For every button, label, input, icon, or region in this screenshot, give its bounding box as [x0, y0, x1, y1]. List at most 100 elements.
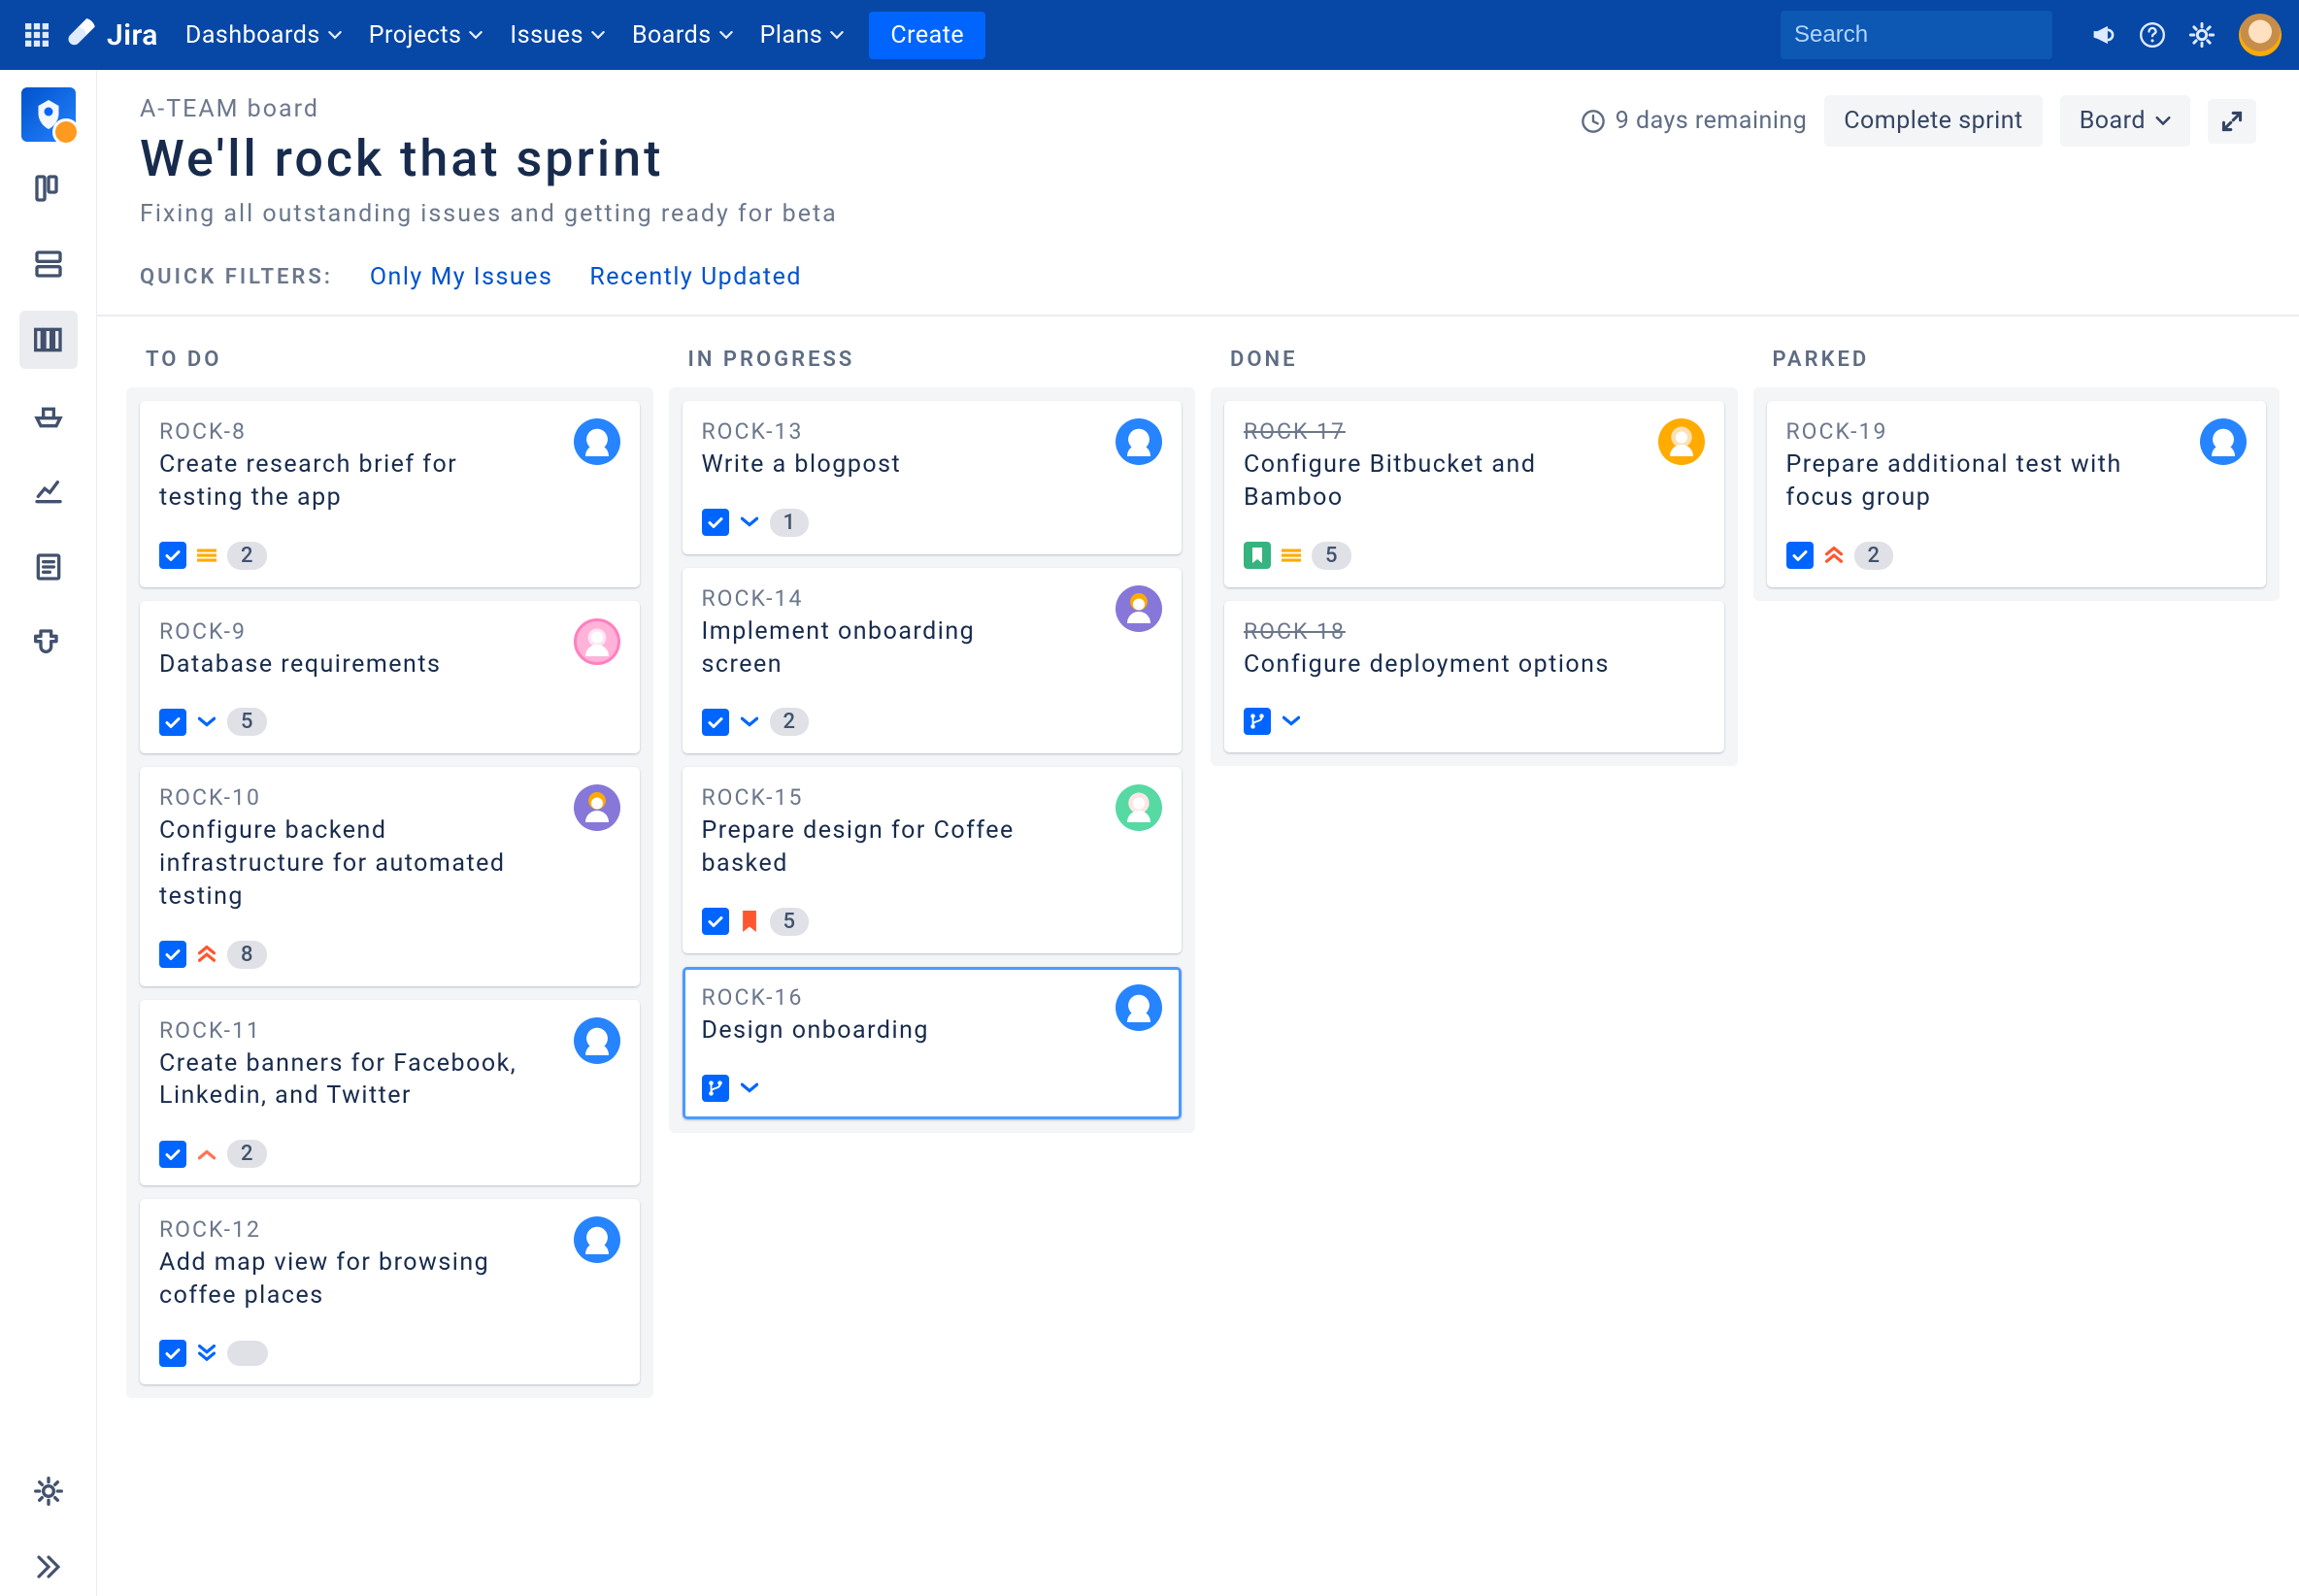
- sidebar-pages[interactable]: [19, 538, 78, 596]
- assignee-avatar[interactable]: [574, 618, 620, 665]
- priority-icon: [196, 944, 217, 965]
- nav-menu-plans[interactable]: Plans: [760, 21, 845, 50]
- subtask-type-icon: [1244, 708, 1271, 735]
- app-switcher-icon[interactable]: [17, 16, 56, 54]
- issue-key[interactable]: ROCK-8: [159, 418, 574, 445]
- column-body[interactable]: ROCK-8 Create research brief for testing…: [126, 387, 653, 1398]
- nav-menu-issues[interactable]: Issues: [510, 21, 605, 50]
- issue-card[interactable]: ROCK-11 Create banners for Facebook, Lin…: [140, 1000, 640, 1186]
- assignee-avatar[interactable]: [1116, 585, 1162, 632]
- issue-card[interactable]: ROCK-15 Prepare design for Coffee basked…: [683, 767, 1183, 953]
- expand-icon: [2221, 111, 2243, 132]
- issue-key[interactable]: ROCK-19: [1786, 418, 2201, 445]
- search-input-wrap[interactable]: [1781, 11, 2052, 59]
- sidebar-reports[interactable]: [19, 462, 78, 520]
- subtask-type-icon: [702, 1075, 729, 1102]
- issue-key[interactable]: ROCK-10: [159, 784, 574, 811]
- issue-key[interactable]: ROCK-12: [159, 1216, 574, 1243]
- sidebar-board[interactable]: [19, 311, 78, 369]
- column-to-do: TO DO ROCK-8 Create research brief for t…: [126, 340, 653, 1573]
- issue-title: Design onboarding: [702, 1014, 1060, 1047]
- assignee-avatar[interactable]: [574, 1216, 620, 1263]
- estimate-badge: [227, 1341, 268, 1366]
- assignee-avatar[interactable]: [574, 784, 620, 831]
- clock-icon: [1581, 109, 1606, 134]
- issue-title: Configure deployment options: [1244, 648, 1649, 682]
- issue-title: Add map view for browsing coffee places: [159, 1247, 517, 1313]
- issue-card[interactable]: ROCK-8 Create research brief for testing…: [140, 401, 640, 587]
- issue-card[interactable]: ROCK-18 Configure deployment options: [1224, 601, 1724, 753]
- assignee-avatar[interactable]: [1658, 418, 1705, 465]
- chevron-down-icon: [469, 31, 483, 40]
- column-header: TO DO: [126, 340, 653, 387]
- issue-card[interactable]: ROCK-9 Database requirements 5: [140, 601, 640, 754]
- column-body[interactable]: ROCK-13 Write a blogpost 1 ROCK-14 Imple…: [669, 387, 1196, 1133]
- nav-menu-projects[interactable]: Projects: [369, 21, 483, 50]
- issue-card[interactable]: ROCK-14 Implement onboarding screen 2: [683, 568, 1183, 754]
- sidebar-settings[interactable]: [19, 1462, 78, 1520]
- filter-recently-updated[interactable]: Recently Updated: [589, 263, 802, 291]
- project-badge[interactable]: [21, 87, 76, 142]
- complete-sprint-button[interactable]: Complete sprint: [1824, 95, 2042, 147]
- assignee-avatar[interactable]: [2200, 418, 2247, 465]
- column-done: DONE ROCK-17 Configure Bitbucket and Bam…: [1211, 340, 1738, 1573]
- issue-key[interactable]: ROCK-15: [702, 784, 1116, 811]
- assignee-avatar[interactable]: [1116, 418, 1162, 465]
- issue-card[interactable]: ROCK-10 Configure backend infrastructure…: [140, 767, 640, 985]
- assignee-avatar[interactable]: [1116, 784, 1162, 831]
- issue-key[interactable]: ROCK-18: [1244, 618, 1705, 645]
- chevron-down-icon: [719, 31, 733, 40]
- sidebar-releases[interactable]: [19, 386, 78, 445]
- settings-icon[interactable]: [2188, 21, 2216, 49]
- search-input[interactable]: [1794, 21, 2095, 49]
- create-button[interactable]: Create: [869, 12, 985, 59]
- task-type-icon: [159, 542, 186, 569]
- brand-label: Jira: [107, 18, 158, 52]
- nav-menu-dashboards[interactable]: Dashboards: [185, 21, 342, 50]
- issue-card[interactable]: ROCK-19 Prepare additional test with foc…: [1767, 401, 2267, 587]
- issue-title: Write a blogpost: [702, 449, 1060, 482]
- priority-icon: [739, 512, 760, 533]
- issue-key[interactable]: ROCK-13: [702, 418, 1116, 445]
- board-dropdown[interactable]: Board: [2060, 95, 2190, 147]
- priority-icon: [739, 1078, 760, 1099]
- issue-title: Create research brief for testing the ap…: [159, 449, 517, 515]
- help-icon[interactable]: [2140, 22, 2165, 48]
- issue-key[interactable]: ROCK-16: [702, 984, 1116, 1011]
- column-parked: PARKED ROCK-19 Prepare additional test w…: [1753, 340, 2281, 1573]
- issue-card[interactable]: ROCK-13 Write a blogpost 1: [683, 401, 1183, 554]
- issue-card[interactable]: ROCK-17 Configure Bitbucket and Bamboo 5: [1224, 401, 1724, 587]
- issue-key[interactable]: ROCK-14: [702, 585, 1116, 612]
- task-type-icon: [702, 908, 729, 935]
- jira-brand[interactable]: Jira: [66, 18, 158, 52]
- issue-title: Implement onboarding screen: [702, 615, 1060, 682]
- fullscreen-button[interactable]: [2208, 99, 2256, 144]
- issue-card[interactable]: ROCK-16 Design onboarding: [683, 967, 1183, 1119]
- sidebar-sprints[interactable]: [19, 235, 78, 293]
- task-type-icon: [702, 709, 729, 736]
- priority-icon: [1281, 711, 1302, 732]
- issue-key[interactable]: ROCK-17: [1244, 418, 1658, 445]
- issue-key[interactable]: ROCK-11: [159, 1017, 574, 1044]
- nav-menu-boards[interactable]: Boards: [632, 21, 733, 50]
- breadcrumb[interactable]: A-TEAM board: [140, 95, 1581, 123]
- priority-icon: [196, 1343, 217, 1364]
- feedback-icon[interactable]: [2091, 22, 2116, 48]
- chevron-down-icon: [2155, 116, 2171, 126]
- page-title: We'll rock that sprint: [140, 129, 1581, 188]
- filter-my-issues[interactable]: Only My Issues: [370, 263, 553, 291]
- sidebar-addons[interactable]: [19, 614, 78, 672]
- assignee-avatar[interactable]: [574, 418, 620, 465]
- sidebar-collapse[interactable]: [19, 1538, 78, 1596]
- assignee-avatar[interactable]: [574, 1017, 620, 1064]
- column-body[interactable]: ROCK-19 Prepare additional test with foc…: [1753, 387, 2281, 601]
- priority-icon: [739, 911, 760, 932]
- profile-avatar[interactable]: [2239, 14, 2282, 56]
- column-body[interactable]: ROCK-17 Configure Bitbucket and Bamboo 5…: [1211, 387, 1738, 766]
- issue-card[interactable]: ROCK-12 Add map view for browsing coffee…: [140, 1199, 640, 1384]
- issue-key[interactable]: ROCK-9: [159, 618, 574, 645]
- assignee-avatar[interactable]: [1116, 984, 1162, 1031]
- sidebar-backlog[interactable]: [19, 159, 78, 217]
- column-header: IN PROGRESS: [669, 340, 1196, 387]
- priority-icon: [196, 545, 217, 566]
